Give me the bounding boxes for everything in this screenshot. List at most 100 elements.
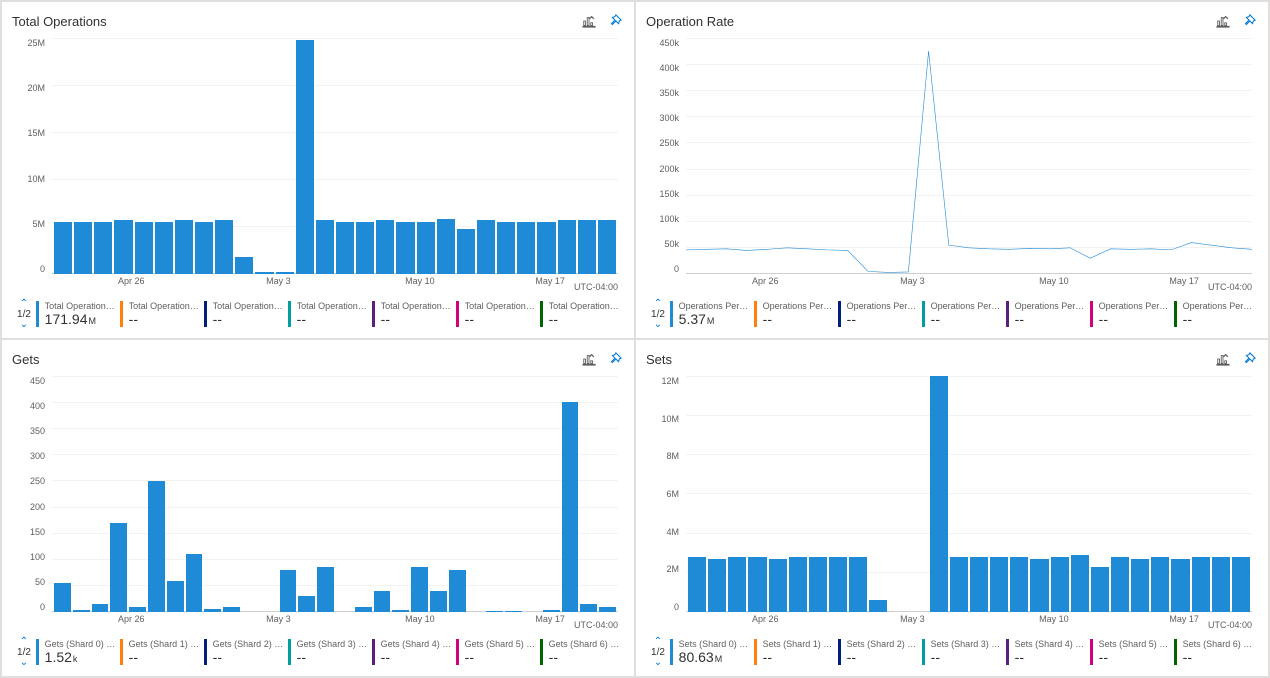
bar[interactable] — [94, 222, 112, 274]
bar[interactable] — [578, 220, 596, 274]
legend-item[interactable]: Operations Per Secon...-- — [1006, 301, 1090, 327]
bar[interactable] — [1151, 557, 1169, 612]
bar[interactable] — [505, 611, 522, 612]
bar[interactable] — [1192, 557, 1210, 612]
bar[interactable] — [1212, 557, 1230, 612]
bar[interactable] — [1171, 559, 1189, 612]
bar[interactable] — [598, 220, 616, 274]
legend-item[interactable]: Sets (Shard 4) (Sum)-- — [1006, 639, 1090, 665]
bar[interactable] — [477, 220, 495, 274]
legend-item[interactable]: Gets (Shard 6) (Sum)-- — [540, 639, 624, 665]
bar[interactable] — [204, 609, 221, 612]
bar[interactable] — [599, 607, 616, 612]
legend-item[interactable]: Total Operations (Sh...-- — [372, 301, 456, 327]
chevron-down-icon[interactable]: ⌄ — [654, 658, 662, 668]
bar[interactable] — [195, 222, 213, 274]
bar[interactable] — [970, 557, 988, 612]
metrics-icon[interactable] — [1214, 12, 1232, 30]
bar[interactable] — [54, 583, 71, 612]
bar[interactable] — [1091, 567, 1109, 612]
pin-icon[interactable] — [606, 12, 624, 30]
bar[interactable] — [1232, 557, 1250, 612]
bar[interactable] — [580, 604, 597, 612]
bar[interactable] — [809, 557, 827, 612]
legend-pager[interactable]: ⌃ 1/2 ⌄ — [12, 299, 36, 330]
bar[interactable] — [930, 376, 948, 612]
bar[interactable] — [437, 219, 455, 274]
bar[interactable] — [74, 222, 92, 274]
legend-pager[interactable]: ⌃ 1/2 ⌄ — [646, 637, 670, 668]
bar[interactable] — [392, 610, 409, 612]
legend-item[interactable]: Gets (Shard 0) (Sum)1.52k — [36, 639, 120, 665]
chevron-down-icon[interactable]: ⌄ — [654, 320, 662, 330]
bar[interactable] — [336, 222, 354, 274]
line-series[interactable] — [686, 51, 1252, 272]
bar[interactable] — [558, 220, 576, 274]
bar[interactable] — [457, 229, 475, 274]
pin-icon[interactable] — [1240, 350, 1258, 368]
bar[interactable] — [688, 557, 706, 612]
chevron-down-icon[interactable]: ⌄ — [20, 320, 28, 330]
bar[interactable] — [235, 257, 253, 274]
legend-item[interactable]: Sets (Shard 1) (Sum)-- — [754, 639, 838, 665]
bar[interactable] — [1010, 557, 1028, 612]
pin-icon[interactable] — [606, 350, 624, 368]
legend-item[interactable]: Total Operations (Sh...171.94M — [36, 301, 120, 327]
legend-item[interactable]: Total Operations (Sh...-- — [288, 301, 372, 327]
bar[interactable] — [276, 272, 294, 274]
bar[interactable] — [175, 220, 193, 274]
chevron-down-icon[interactable]: ⌄ — [20, 658, 28, 668]
legend-item[interactable]: Gets (Shard 1) (Sum)-- — [120, 639, 204, 665]
bar[interactable] — [869, 600, 887, 612]
chevron-up-icon[interactable]: ⌃ — [654, 637, 662, 647]
bar[interactable] — [708, 559, 726, 612]
legend-item[interactable]: Total Operations (Sh...-- — [456, 301, 540, 327]
bar[interactable] — [497, 222, 515, 274]
bar[interactable] — [769, 559, 787, 612]
chart-total-operations[interactable]: 25M20M15M10M5M0 UTC-04:00 Apr 26May 3May… — [14, 38, 622, 292]
bar[interactable] — [396, 222, 414, 274]
bar[interactable] — [110, 523, 127, 612]
legend-item[interactable]: Sets (Shard 3) (Sum)-- — [922, 639, 1006, 665]
bar[interactable] — [148, 481, 165, 612]
bar[interactable] — [155, 222, 173, 274]
legend-item[interactable]: Operations Per Secon...-- — [754, 301, 838, 327]
legend-item[interactable]: Gets (Shard 4) (Sum)-- — [372, 639, 456, 665]
bar[interactable] — [296, 40, 314, 274]
bar[interactable] — [1131, 559, 1149, 612]
bar[interactable] — [317, 567, 334, 612]
bar[interactable] — [298, 596, 315, 612]
bar[interactable] — [1111, 557, 1129, 612]
legend-item[interactable]: Gets (Shard 2) (Sum)-- — [204, 639, 288, 665]
bar[interactable] — [1071, 555, 1089, 612]
chart-sets[interactable]: 12M10M8M6M4M2M0 UTC-04:00 Apr 26May 3May… — [648, 376, 1256, 630]
bar[interactable] — [748, 557, 766, 612]
bar[interactable] — [54, 222, 72, 274]
bar[interactable] — [73, 610, 90, 612]
legend-item[interactable]: Sets (Shard 6) (Sum)-- — [1174, 639, 1258, 665]
bar[interactable] — [255, 272, 273, 274]
bar[interactable] — [215, 220, 233, 274]
bar[interactable] — [728, 557, 746, 612]
bar[interactable] — [990, 557, 1008, 612]
legend-pager[interactable]: ⌃ 1/2 ⌄ — [12, 637, 36, 668]
chart-operation-rate[interactable]: 450k400k350k300k250k200k150k100k50k0 UTC… — [648, 38, 1256, 292]
bar[interactable] — [374, 591, 391, 612]
bar[interactable] — [114, 220, 132, 274]
legend-item[interactable]: Total Operations (Sh...-- — [540, 301, 624, 327]
bar[interactable] — [449, 570, 466, 612]
legend-item[interactable]: Gets (Shard 5) (Sum)-- — [456, 639, 540, 665]
legend-item[interactable]: Total Operations (Sh...-- — [120, 301, 204, 327]
pin-icon[interactable] — [1240, 12, 1258, 30]
legend-item[interactable]: Operations Per Secon...5.37M — [670, 301, 754, 327]
bar[interactable] — [417, 222, 435, 274]
metrics-icon[interactable] — [1214, 350, 1232, 368]
bar[interactable] — [129, 607, 146, 612]
chevron-up-icon[interactable]: ⌃ — [20, 299, 28, 309]
legend-item[interactable]: Sets (Shard 2) (Sum)-- — [838, 639, 922, 665]
legend-item[interactable]: Operations Per Secon...-- — [1174, 301, 1258, 327]
bar[interactable] — [486, 611, 503, 612]
bar[interactable] — [789, 557, 807, 612]
bar[interactable] — [430, 591, 447, 612]
legend-pager[interactable]: ⌃ 1/2 ⌄ — [646, 299, 670, 330]
